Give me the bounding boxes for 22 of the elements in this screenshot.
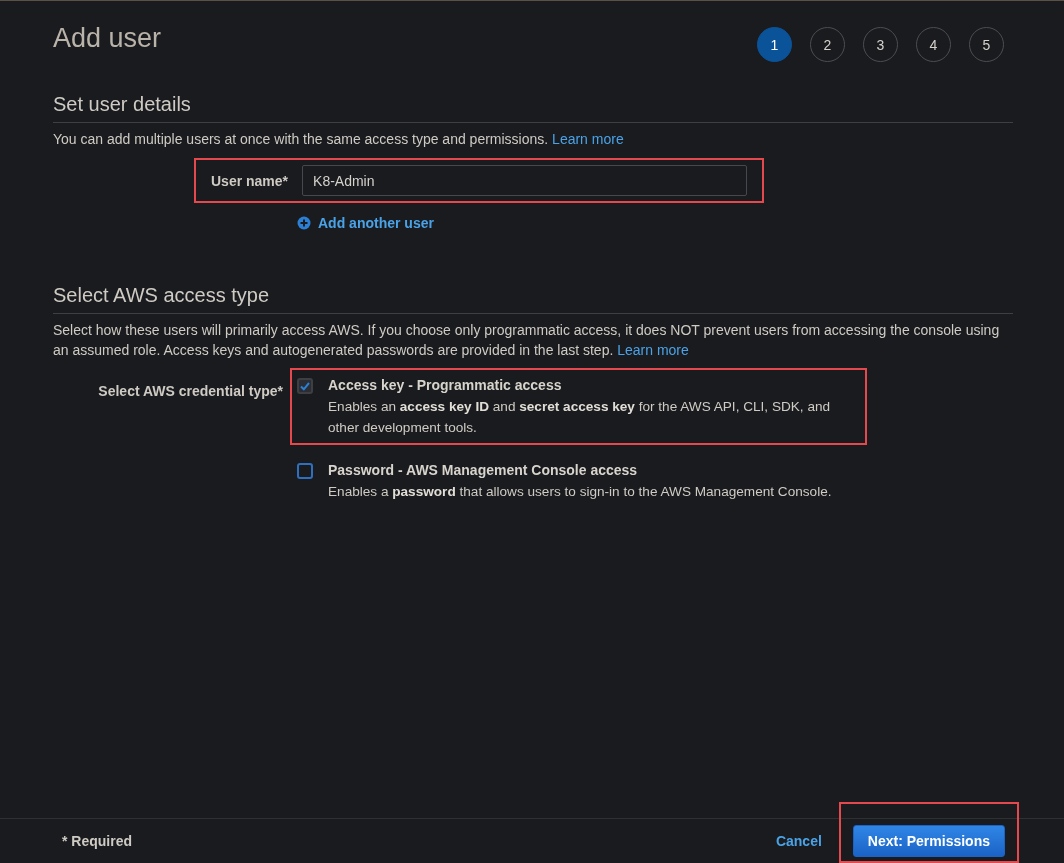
section-description: Select how these users will primarily access AWS. If you choose only programmatic access, it does NOT prevent users from accessing the console using an assumed role. Access keys and autogenerated passwords are provided in the last step. Learn more xyxy=(53,321,1001,360)
next-permissions-button[interactable]: Next: Permissions xyxy=(852,825,1005,857)
section-heading: Select AWS access type xyxy=(53,283,1013,314)
add-another-user-link[interactable]: Add another user xyxy=(297,215,434,231)
section-heading: Set user details xyxy=(53,92,1013,123)
field-label: Select AWS credential type* xyxy=(97,382,283,401)
plus-circle-icon xyxy=(297,216,311,230)
checkbox[interactable] xyxy=(297,463,313,479)
option-title: Access key - Programmatic access xyxy=(328,376,563,395)
section-description: You can add multiple users at once with the same access type and permissions. Learn more xyxy=(53,130,625,149)
user-name-field[interactable]: K8-Admin xyxy=(302,165,747,196)
checkbox[interactable] xyxy=(297,378,313,394)
field-label: User name* xyxy=(211,172,289,189)
cancel-link[interactable]: Cancel xyxy=(775,833,822,849)
learn-more-link[interactable]: Learn more xyxy=(552,131,624,147)
learn-more-link[interactable]: Learn more xyxy=(617,342,689,358)
page-title: Add user xyxy=(53,22,162,54)
step-indicator[interactable]: 1 xyxy=(757,27,792,62)
option-title: Password - AWS Management Console access xyxy=(328,461,639,480)
option-description: Enables an access key ID and secret access key for the AWS API, CLI, SDK, and other development tools. xyxy=(328,398,832,437)
required-note: * Required xyxy=(62,833,132,849)
option-description: Enables a password that allows users to sign-in to the AWS Management Console. xyxy=(328,483,832,501)
